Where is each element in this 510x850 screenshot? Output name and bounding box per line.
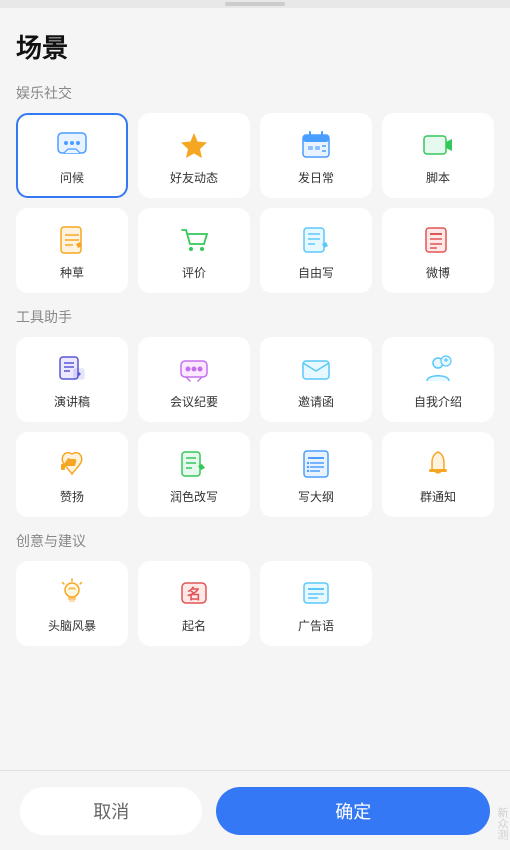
person-icon [420,351,456,387]
editblue-icon [298,222,334,258]
grid-entertainment-row2: 种草 评价 [16,208,494,293]
speech-icon [54,351,90,387]
item-friends-label: 好友动态 [170,169,218,186]
svg-text:名: 名 [187,586,201,603]
main-content: 场景 娱乐社交 问候 [0,8,510,770]
ad-icon [298,575,334,611]
item-invite[interactable]: 邀请函 [260,337,372,422]
item-invite-label: 邀请函 [298,393,334,410]
confirm-button[interactable]: 确定 [216,787,490,835]
bottom-bar: 取消 确定 [0,770,510,850]
note-icon [54,222,90,258]
item-meeting-label: 会议纪要 [170,393,218,410]
mail-icon [298,351,334,387]
item-review[interactable]: 评价 [138,208,250,293]
item-script-label: 脚本 [426,169,450,186]
grid-entertainment-row1: 问候 好友动态 [16,113,494,198]
item-meeting[interactable]: 会议纪要 [138,337,250,422]
section-title-entertainment: 娱乐社交 [16,83,494,103]
video-icon [420,127,456,163]
cart-icon [176,222,212,258]
bulb-icon [54,575,90,611]
watermark: 新众测 [494,807,510,840]
grid-creative: 头脑风暴 名 起名 [16,561,494,646]
item-praise-label: 赞扬 [60,488,84,505]
item-freewrite-label: 自由写 [298,264,334,281]
item-speech-label: 演讲稿 [54,393,90,410]
item-friends[interactable]: 好友动态 [138,113,250,198]
item-daily[interactable]: 发日常 [260,113,372,198]
top-bar [0,0,510,8]
grid-tools-row1: 演讲稿 会议纪要 [16,337,494,422]
section-title-creative: 创意与建议 [16,531,494,551]
item-greeting[interactable]: 问候 [16,113,128,198]
rewrite-icon [176,446,212,482]
weibo-icon [420,222,456,258]
grid-tools-row2: 赞扬 润色改写 [16,432,494,517]
star-icon [176,127,212,163]
item-outline[interactable]: 写大纲 [260,432,372,517]
item-recommend[interactable]: 种草 [16,208,128,293]
bell-icon [420,446,456,482]
outline-icon [298,446,334,482]
item-outline-label: 写大纲 [298,488,334,505]
item-praise[interactable]: 赞扬 [16,432,128,517]
item-notify[interactable]: 群通知 [382,432,494,517]
item-brainstorm[interactable]: 头脑风暴 [16,561,128,646]
item-speech[interactable]: 演讲稿 [16,337,128,422]
item-naming-label: 起名 [182,617,206,634]
item-weibo-label: 微博 [426,264,450,281]
item-recommend-label: 种草 [60,264,84,281]
item-naming[interactable]: 名 起名 [138,561,250,646]
item-notify-label: 群通知 [420,488,456,505]
item-selfintro-label: 自我介绍 [414,393,462,410]
calendar-icon [298,127,334,163]
item-rewrite[interactable]: 润色改写 [138,432,250,517]
name-icon: 名 [176,575,212,611]
item-freewrite[interactable]: 自由写 [260,208,372,293]
item-script[interactable]: 脚本 [382,113,494,198]
item-weibo[interactable]: 微博 [382,208,494,293]
item-daily-label: 发日常 [298,169,334,186]
item-selfintro[interactable]: 自我介绍 [382,337,494,422]
item-review-label: 评价 [182,264,206,281]
item-slogan[interactable]: 广告语 [260,561,372,646]
page-title: 场景 [16,28,494,65]
chat-icon [54,127,90,163]
item-rewrite-label: 润色改写 [170,488,218,505]
item-brainstorm-label: 头脑风暴 [48,617,96,634]
like-icon [54,446,90,482]
item-slogan-label: 广告语 [298,617,334,634]
item-greeting-label: 问候 [60,169,84,186]
meeting-icon [176,351,212,387]
drag-indicator [225,2,285,6]
section-title-tools: 工具助手 [16,307,494,327]
cancel-button[interactable]: 取消 [20,787,202,835]
scene-selector: 场景 娱乐社交 问候 [0,0,510,850]
